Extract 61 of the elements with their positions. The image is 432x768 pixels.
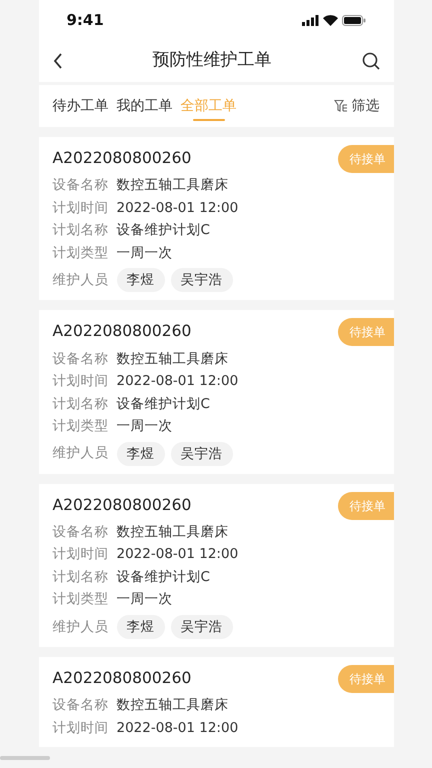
field-label: 计划时间 — [52, 718, 110, 738]
field-value: 一周一次 — [116, 244, 172, 263]
status-badge: 待接单 — [338, 145, 394, 173]
field-value: 2022-08-01 12:00 — [116, 372, 238, 391]
wifi-icon — [322, 14, 338, 26]
order-card[interactable]: A2022080800260 待接单 设备名称 数控五轴工具磨床 计划时间 2022-08-01 12:00 — [38, 656, 394, 747]
order-card[interactable]: A2022080800260 待接单 设备名称 数控五轴工具磨床 计划时间 2022-08-01 12:00 计划名称 设备维护计划C 计划类型 一周一次 维护人员 李煜 吴宇浩 — [38, 310, 394, 474]
field-value: 数控五轴工具磨床 — [116, 176, 228, 196]
field-label: 计划时间 — [52, 545, 110, 564]
field-value: 2022-08-01 12:00 — [116, 545, 238, 564]
field-label: 维护人员 — [52, 618, 110, 636]
field-value: 设备维护计划C — [116, 394, 210, 414]
field-value: 2022-08-01 12:00 — [116, 718, 238, 738]
order-card[interactable]: A2022080800260 待接单 设备名称 数控五轴工具磨床 计划时间 2022-08-01 12:00 计划名称 设备维护计划C 计划类型 一周一次 维护人员 李煜 吴宇浩 — [38, 484, 394, 647]
status-badge: 待接单 — [338, 318, 394, 346]
order-number: A2022080800260 — [52, 494, 192, 516]
page-title: 预防性维护工单 — [152, 49, 272, 72]
tab[interactable]: 我的工单 — [116, 85, 172, 127]
field-label: 设备名称 — [52, 176, 110, 196]
tab[interactable]: 待办工单 — [52, 85, 108, 127]
order-number: A2022080800260 — [52, 148, 192, 169]
status-time: 9:41 — [66, 10, 104, 31]
field-label: 计划名称 — [52, 221, 110, 240]
staff-tag: 李煜 — [116, 614, 164, 639]
staff-tag: 吴宇浩 — [170, 442, 232, 466]
back-icon[interactable] — [52, 53, 62, 69]
field-value: 2022-08-01 12:00 — [116, 198, 238, 218]
field-label: 计划时间 — [52, 372, 110, 391]
search-icon[interactable] — [362, 52, 380, 70]
field-label: 计划类型 — [52, 244, 110, 263]
field-label: 设备名称 — [52, 350, 110, 368]
field-label: 计划时间 — [52, 198, 110, 218]
field-label: 设备名称 — [52, 696, 110, 715]
home-indicator — [0, 756, 50, 760]
status-badge: 待接单 — [338, 664, 394, 693]
staff-tag: 李煜 — [116, 268, 164, 292]
field-label: 计划名称 — [52, 568, 110, 587]
filter-button[interactable]: 筛选 — [334, 96, 380, 116]
field-value: 数控五轴工具磨床 — [116, 696, 228, 715]
staff-tag: 吴宇浩 — [170, 268, 232, 292]
order-card[interactable]: A2022080800260 待接单 设备名称 数控五轴工具磨床 计划时间 2022-08-01 12:00 计划名称 设备维护计划C 计划类型 一周一次 维护人员 李煜 吴宇浩 — [38, 137, 394, 300]
staff-tag: 吴宇浩 — [170, 614, 232, 639]
field-label: 计划类型 — [52, 590, 110, 610]
order-number: A2022080800260 — [52, 321, 192, 342]
status-badge: 待接单 — [338, 492, 394, 520]
field-label: 维护人员 — [52, 271, 110, 290]
filter-icon — [334, 99, 348, 113]
field-value: 设备维护计划C — [116, 221, 210, 240]
signal-icon — [302, 14, 318, 26]
field-value: 设备维护计划C — [116, 568, 210, 587]
field-label: 计划名称 — [52, 394, 110, 414]
field-value: 数控五轴工具磨床 — [116, 350, 228, 368]
field-label: 维护人员 — [52, 444, 110, 464]
battery-icon — [342, 14, 366, 26]
order-number: A2022080800260 — [52, 668, 192, 689]
field-value: 一周一次 — [116, 590, 172, 610]
field-value: 一周一次 — [116, 417, 172, 436]
field-label: 设备名称 — [52, 522, 110, 542]
field-value: 数控五轴工具磨床 — [116, 522, 228, 542]
staff-tag: 李煜 — [116, 442, 164, 466]
field-label: 计划类型 — [52, 417, 110, 436]
